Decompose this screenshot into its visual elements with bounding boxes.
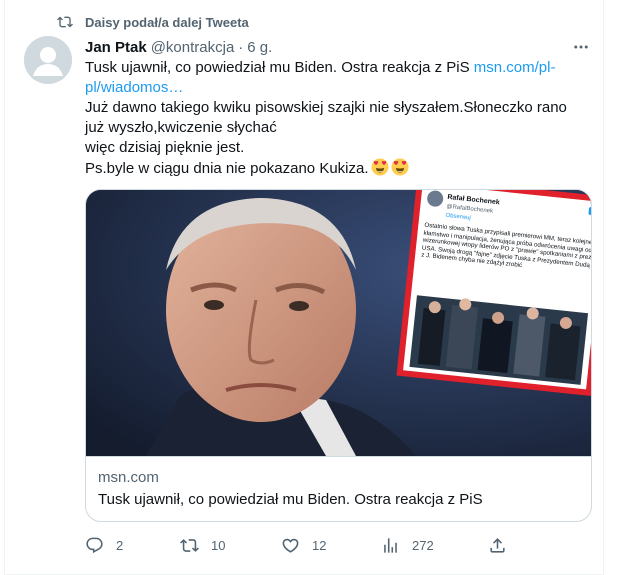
heart-eyes-emoji-icon <box>371 158 389 176</box>
tweet-time[interactable]: 6 g. <box>247 39 272 56</box>
like-button[interactable]: 12 <box>281 533 326 557</box>
more-icon <box>574 45 588 49</box>
like-count: 12 <box>312 537 327 553</box>
tweet-container[interactable]: Daisy podał/a dalej Tweeta Jan Ptak @kon… <box>4 0 604 575</box>
link-preview-card[interactable]: Rafał Bochenek @RafalBochenek Obserwuj O… <box>85 189 592 522</box>
share-button[interactable] <box>488 533 507 557</box>
views-button[interactable]: 272 <box>381 533 434 557</box>
card-title: Tusk ujawnił, co powiedział mu Biden. Os… <box>98 491 483 508</box>
reply-icon <box>86 537 103 553</box>
tweet-text: Tusk ujawnił, co powiedział mu Biden. Os… <box>85 58 590 179</box>
heart-icon <box>282 538 299 553</box>
tweet-header: Jan Ptak @kontrakcja · 6 g. <box>85 37 272 57</box>
reply-button[interactable]: 2 <box>85 533 123 557</box>
more-options-button[interactable] <box>567 36 595 58</box>
card-meta[interactable]: msn.com Tusk ujawnił, co powiedział mu B… <box>86 456 591 521</box>
author-name[interactable]: Jan Ptak <box>85 39 147 56</box>
tweet-line-3: więc dzisiaj pięknie jest. <box>85 139 245 156</box>
avatar[interactable] <box>24 36 72 84</box>
tweet-line-1-text: Tusk ujawnił, co powiedział mu Biden. Os… <box>85 59 474 76</box>
author-handle[interactable]: @kontrakcja <box>151 39 235 56</box>
retweet-icon <box>180 538 199 552</box>
separator-dot: · <box>238 38 244 56</box>
card-domain: msn.com <box>98 469 159 486</box>
tweet-actions: 2 10 12 272 <box>85 533 515 557</box>
retweet-count: 10 <box>211 537 226 553</box>
retweet-context-text: Daisy podał/a dalej Tweeta <box>85 14 249 30</box>
analytics-icon <box>384 537 397 553</box>
tweet-line-1: Tusk ujawnił, co powiedział mu Biden. Os… <box>85 58 590 98</box>
tweet-line-2: Już dawno takiego kwiku pisowskiej szajk… <box>85 99 567 136</box>
tweet-line-4-text: Ps.byle w ciągu dnia nie pokazano Kukiza… <box>85 160 369 177</box>
heart-eyes-emoji-icon <box>391 158 409 176</box>
retweet-context[interactable]: Daisy podał/a dalej Tweeta <box>57 13 249 31</box>
tweet-line-4: Ps.byle w ciągu dnia nie pokazano Kukiza… <box>85 158 590 179</box>
card-image[interactable]: Rafał Bochenek @RafalBochenek Obserwuj O… <box>86 190 591 456</box>
retweet-button[interactable]: 10 <box>180 533 225 557</box>
share-icon <box>490 537 505 553</box>
retweet-icon <box>57 16 73 28</box>
views-count: 272 <box>412 537 434 553</box>
reply-count: 2 <box>116 537 124 553</box>
